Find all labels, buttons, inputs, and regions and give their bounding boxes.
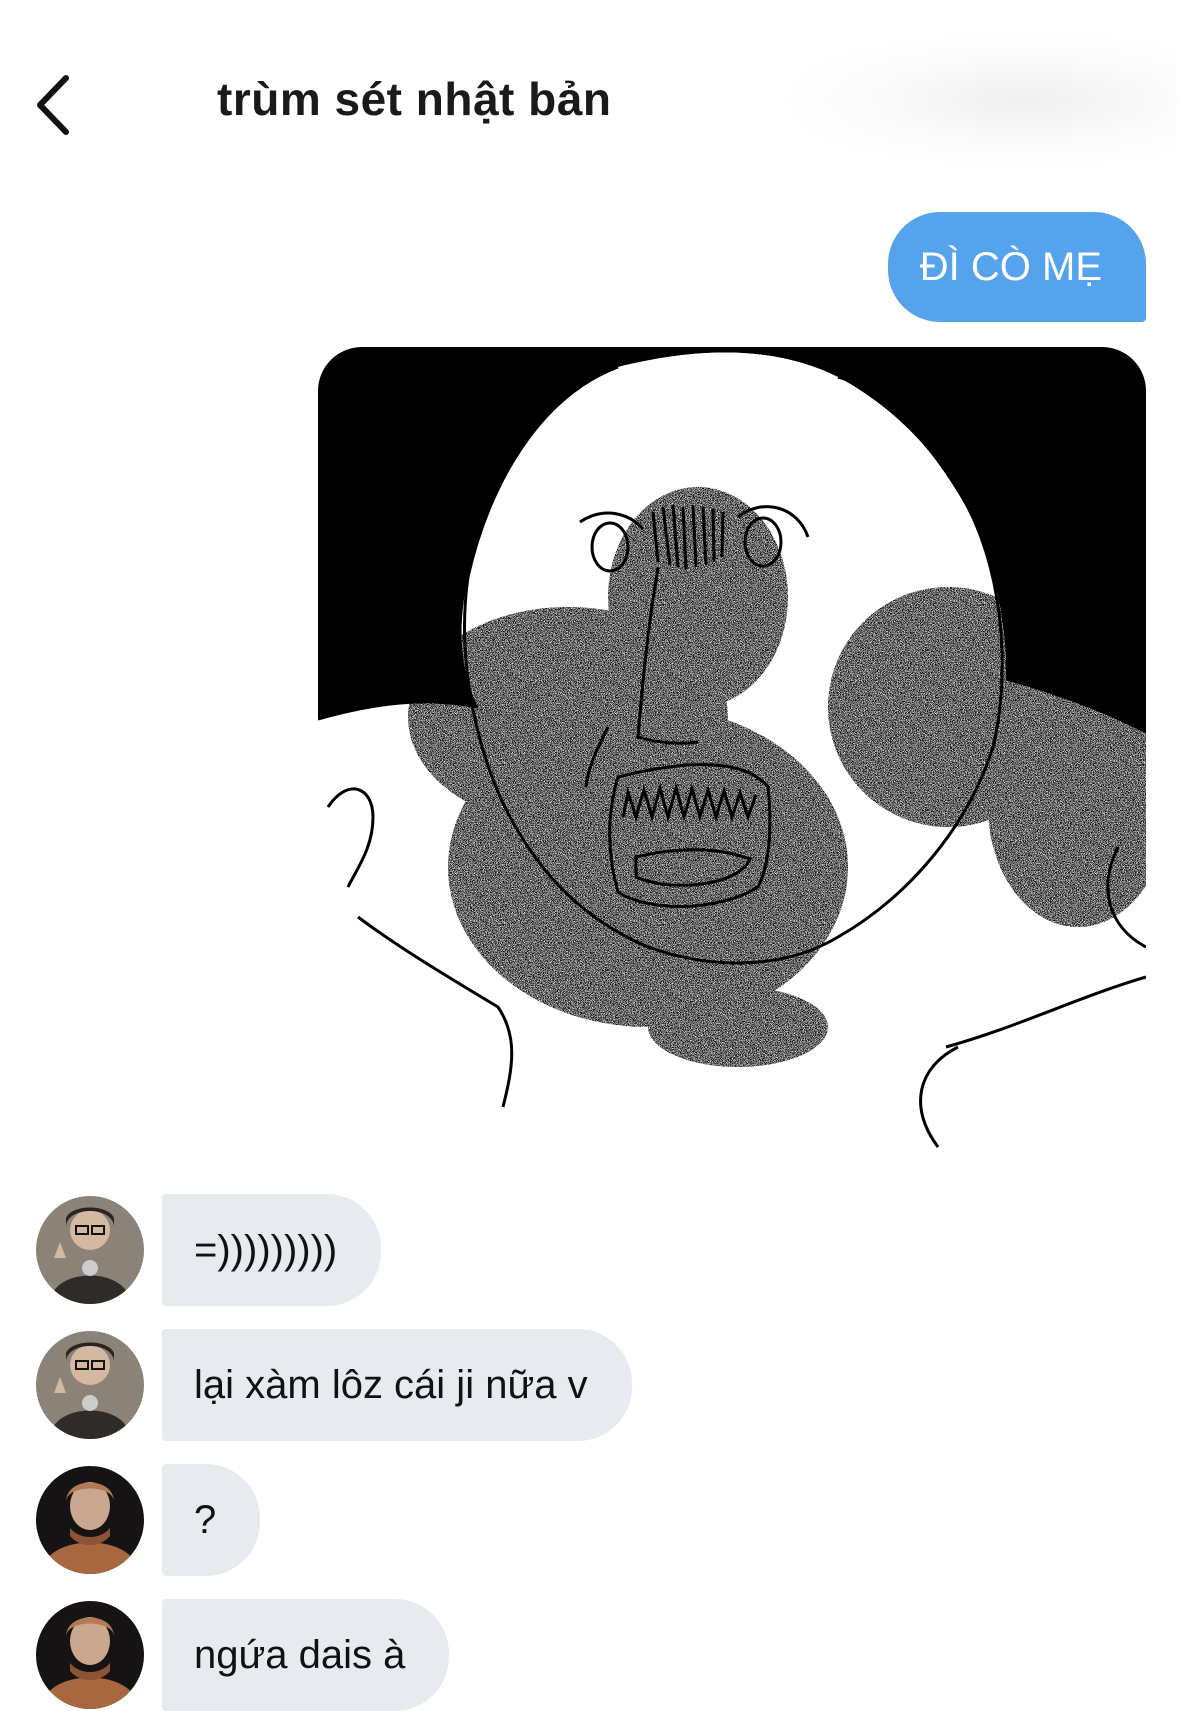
avatar-user-a[interactable] — [36, 1196, 144, 1304]
back-button[interactable] — [30, 60, 110, 150]
incoming-message[interactable]: =))))))))) — [162, 1194, 382, 1306]
message-row: lại xàm lôz cái ji nữa v — [0, 1329, 1179, 1441]
incoming-message[interactable]: ngứa dais à — [162, 1599, 450, 1711]
blurred-region — [790, 35, 1179, 165]
chevron-left-icon — [37, 75, 69, 135]
message-row: =))))))))) — [0, 1194, 1179, 1306]
avatar-user-b[interactable] — [36, 1466, 144, 1574]
avatar-user-a[interactable] — [36, 1331, 144, 1439]
chat-title[interactable]: trùm sét nhật bản — [217, 72, 611, 126]
meme-image[interactable] — [318, 347, 1146, 1175]
outgoing-message[interactable]: ĐÌ CÒ MẸ — [887, 212, 1146, 322]
message-row: ngứa dais à — [0, 1599, 1179, 1711]
avatar-user-b[interactable] — [36, 1601, 144, 1709]
incoming-message[interactable]: lại xàm lôz cái ji nữa v — [162, 1329, 632, 1441]
message-row: ? — [0, 1464, 1179, 1576]
incoming-message[interactable]: ? — [162, 1464, 261, 1576]
chat-header: trùm sét nhật bản — [0, 0, 1179, 175]
